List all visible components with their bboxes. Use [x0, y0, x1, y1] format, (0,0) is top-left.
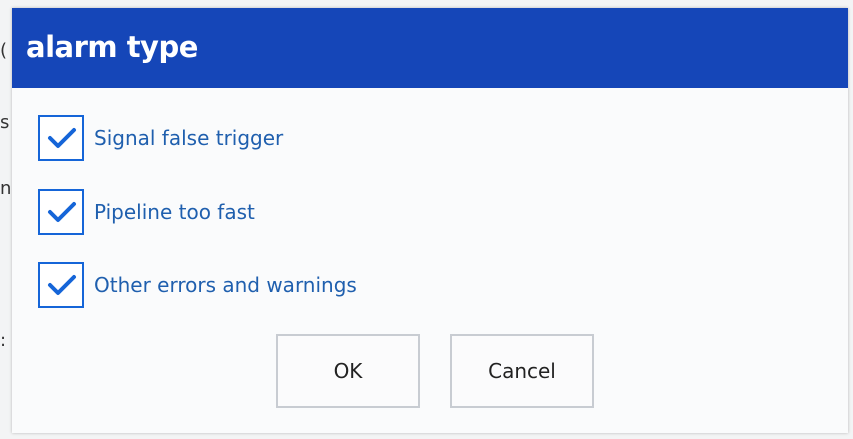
background-text-fragment: s	[0, 112, 10, 133]
ok-button[interactable]: OK	[276, 334, 420, 408]
option-label: Other errors and warnings	[94, 273, 357, 297]
option-label: Signal false trigger	[94, 126, 284, 150]
checkmark-icon	[48, 128, 76, 148]
background-text-fragment: n	[0, 178, 12, 199]
dialog-titlebar: alarm type	[12, 8, 848, 88]
option-other-errors-and-warnings[interactable]: Other errors and warnings	[38, 262, 638, 314]
option-pipeline-too-fast[interactable]: Pipeline too fast	[38, 189, 638, 241]
checkmark-icon	[48, 275, 76, 295]
cancel-button[interactable]: Cancel	[450, 334, 594, 408]
background-text-fragment: (	[0, 40, 8, 61]
checkmark-icon	[48, 202, 76, 222]
background-text-fragment: :	[0, 330, 7, 351]
option-signal-false-trigger[interactable]: Signal false trigger	[38, 115, 638, 167]
alarm-type-dialog: alarm type Signal false trigger Pipeline…	[12, 8, 848, 433]
signal-false-trigger-checkbox[interactable]	[38, 115, 84, 161]
other-errors-and-warnings-checkbox[interactable]	[38, 262, 84, 308]
dialog-title: alarm type	[26, 30, 198, 64]
pipeline-too-fast-checkbox[interactable]	[38, 189, 84, 235]
option-label: Pipeline too fast	[94, 200, 255, 224]
